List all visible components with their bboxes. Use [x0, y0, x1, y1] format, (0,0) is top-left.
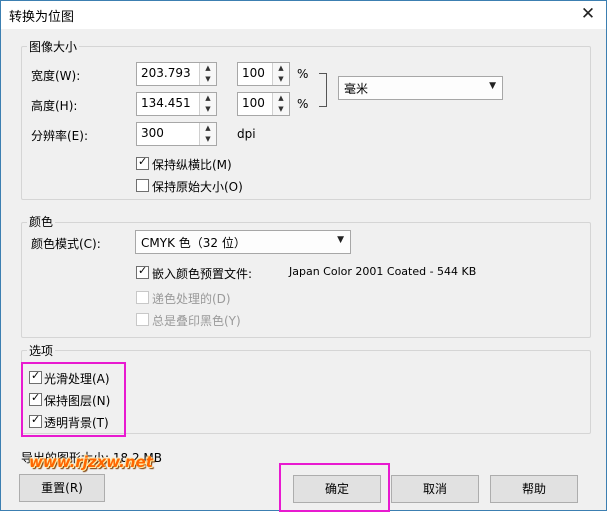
- close-icon[interactable]: ✕: [573, 1, 603, 27]
- height-stepper[interactable]: ▲ ▼: [136, 92, 217, 116]
- height-percent-arrows[interactable]: ▲ ▼: [272, 93, 289, 115]
- height-percent-stepper[interactable]: ▲ ▼: [237, 92, 290, 116]
- dialog-title: 转换为位图: [9, 10, 75, 25]
- height-percent-input[interactable]: [238, 93, 272, 113]
- color-mode-label: 颜色模式(C):: [31, 237, 101, 251]
- title-bar: 转换为位图 ✕: [1, 1, 606, 29]
- embed-profile-label[interactable]: 嵌入颜色预置文件:: [152, 265, 252, 282]
- height-up-icon[interactable]: ▲: [200, 93, 216, 104]
- help-button[interactable]: 帮助: [490, 475, 578, 503]
- width-percent-arrows[interactable]: ▲ ▼: [272, 63, 289, 85]
- height-down-icon[interactable]: ▼: [200, 104, 216, 115]
- resolution-label: 分辨率(E):: [31, 129, 88, 143]
- keep-original-size-checkbox[interactable]: [136, 179, 149, 192]
- resolution-up-icon[interactable]: ▲: [200, 123, 216, 134]
- keep-ratio-label[interactable]: 保持纵横比(M): [152, 156, 232, 173]
- unit-dropdown[interactable]: 毫米 ▼: [338, 76, 503, 100]
- width-input[interactable]: [137, 63, 199, 83]
- width-stepper[interactable]: ▲ ▼: [136, 62, 217, 86]
- check-icon: ✓: [31, 413, 41, 426]
- width-percent-up-icon[interactable]: ▲: [273, 63, 289, 74]
- smooth-label[interactable]: 光滑处理(A): [44, 370, 110, 387]
- height-label: 高度(H):: [31, 99, 78, 113]
- width-percent-stepper[interactable]: ▲ ▼: [237, 62, 290, 86]
- check-icon: ✓: [138, 155, 148, 168]
- profile-name: Japan Color 2001 Coated - 544 KB: [289, 265, 477, 278]
- overprint-black-checkbox[interactable]: [136, 313, 149, 326]
- height-stepper-arrows[interactable]: ▲ ▼: [199, 93, 216, 115]
- keep-ratio-checkbox[interactable]: ✓: [136, 155, 149, 170]
- transparent-bg-checkbox[interactable]: ✓: [29, 413, 42, 428]
- check-icon: ✓: [138, 264, 148, 277]
- watermark: www.rjzxw.net: [29, 453, 153, 471]
- width-stepper-arrows[interactable]: ▲ ▼: [199, 63, 216, 85]
- transparent-bg-label[interactable]: 透明背景(T): [44, 414, 109, 431]
- chevron-down-icon[interactable]: ▼: [337, 235, 344, 245]
- keep-original-size-label[interactable]: 保持原始大小(O): [152, 178, 243, 195]
- check-icon: ✓: [31, 369, 41, 382]
- reset-button[interactable]: 重置(R): [19, 474, 105, 502]
- dither-checkbox[interactable]: [136, 291, 149, 304]
- width-percent-sign: %: [297, 67, 309, 81]
- chevron-down-icon[interactable]: ▼: [489, 81, 496, 91]
- resolution-input[interactable]: [137, 123, 199, 143]
- resolution-down-icon[interactable]: ▼: [200, 134, 216, 145]
- keep-layers-checkbox[interactable]: ✓: [29, 391, 42, 406]
- height-percent-up-icon[interactable]: ▲: [273, 93, 289, 104]
- image-size-group-title: 图像大小: [27, 38, 80, 55]
- width-label: 宽度(W):: [31, 69, 81, 83]
- check-icon: ✓: [31, 391, 41, 404]
- resolution-unit: dpi: [237, 127, 256, 141]
- height-input[interactable]: [137, 93, 199, 113]
- width-up-icon[interactable]: ▲: [200, 63, 216, 74]
- resolution-stepper[interactable]: ▲ ▼: [136, 122, 217, 146]
- convert-to-bitmap-dialog: 转换为位图 ✕ 图像大小 宽度(W): ▲ ▼ ▲ ▼ % 高度(H): ▲ ▼…: [0, 0, 607, 512]
- cancel-button[interactable]: 取消: [391, 475, 479, 503]
- ok-button[interactable]: 确定: [293, 475, 381, 503]
- resolution-stepper-arrows[interactable]: ▲ ▼: [199, 123, 216, 145]
- keep-layers-label[interactable]: 保持图层(N): [44, 392, 110, 409]
- color-mode-value: CMYK 色（32 位）: [141, 236, 246, 250]
- link-bracket: [319, 73, 327, 107]
- height-percent-down-icon[interactable]: ▼: [273, 104, 289, 115]
- color-mode-dropdown[interactable]: CMYK 色（32 位） ▼: [135, 230, 351, 254]
- unit-value: 毫米: [344, 82, 369, 96]
- smooth-checkbox[interactable]: ✓: [29, 369, 42, 384]
- dither-label[interactable]: 递色处理的(D): [152, 290, 231, 307]
- overprint-black-label[interactable]: 总是叠印黑色(Y): [152, 312, 241, 329]
- options-group-title: 选项: [27, 342, 56, 359]
- embed-profile-checkbox[interactable]: ✓: [136, 264, 149, 279]
- color-group-title: 颜色: [27, 213, 56, 230]
- width-percent-down-icon[interactable]: ▼: [273, 74, 289, 85]
- width-percent-input[interactable]: [238, 63, 272, 83]
- width-down-icon[interactable]: ▼: [200, 74, 216, 85]
- height-percent-sign: %: [297, 97, 309, 111]
